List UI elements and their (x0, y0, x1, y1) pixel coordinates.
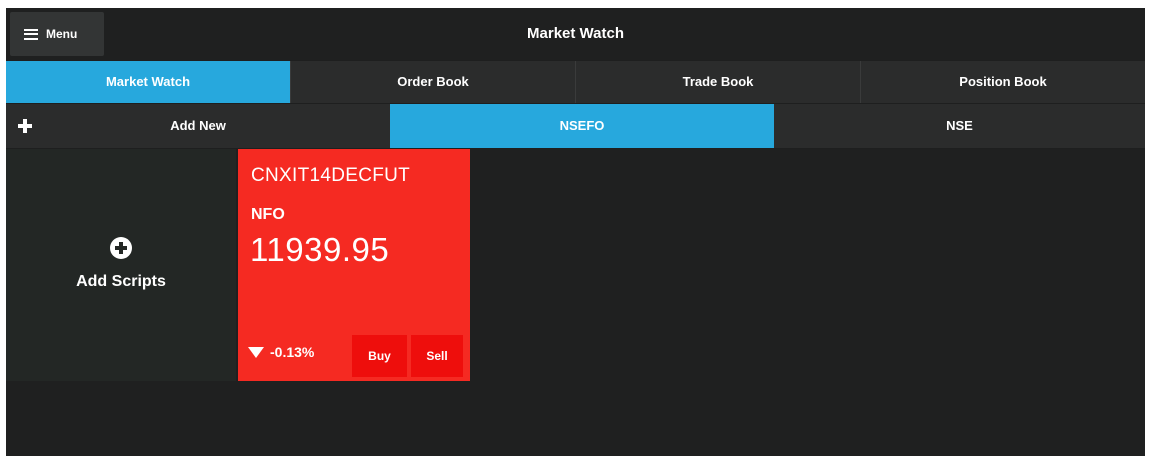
plus-circle-icon (110, 237, 132, 259)
add-new-label: Add New (170, 118, 226, 133)
app-window: Menu Market Watch Market Watch Order Boo… (6, 8, 1145, 456)
top-bar: Menu Market Watch (6, 8, 1145, 60)
plus-icon (18, 119, 32, 133)
script-symbol: CNXIT14DECFUT (251, 165, 411, 186)
tab-trade-book[interactable]: Trade Book (576, 61, 861, 103)
add-new-watchlist-button[interactable]: Add New (6, 104, 390, 148)
tab-nse[interactable]: NSE (774, 104, 1145, 148)
sub-tab-bar: Add New NSEFO NSE (6, 104, 1145, 148)
script-price: 11939.95 (250, 231, 390, 268)
tab-order-book[interactable]: Order Book (291, 61, 576, 103)
add-scripts-tile[interactable]: Add Scripts (6, 149, 236, 381)
add-scripts-label: Add Scripts (76, 273, 166, 290)
main-tab-bar: Market Watch Order Book Trade Book Posit… (6, 61, 1145, 103)
down-arrow-icon (248, 346, 264, 358)
page-title: Market Watch (527, 25, 624, 42)
hamburger-icon (24, 28, 38, 40)
tab-position-book[interactable]: Position Book (861, 61, 1145, 103)
watchlist-content: Add Scripts CNXIT14DECFUT NFO 11939.95 -… (6, 149, 1145, 456)
price-change-value: -0.13% (270, 344, 315, 360)
script-exchange: NFO (251, 206, 285, 223)
sell-button[interactable]: Sell (411, 335, 463, 377)
buy-button[interactable]: Buy (352, 335, 407, 377)
script-card[interactable]: CNXIT14DECFUT NFO 11939.95 -0.13% Buy Se… (238, 149, 470, 381)
menu-button-label: Menu (46, 27, 78, 41)
tab-market-watch[interactable]: Market Watch (6, 61, 291, 103)
tab-nsefo[interactable]: NSEFO (390, 104, 774, 148)
menu-button[interactable]: Menu (10, 12, 104, 56)
price-change: -0.13% (248, 341, 314, 363)
